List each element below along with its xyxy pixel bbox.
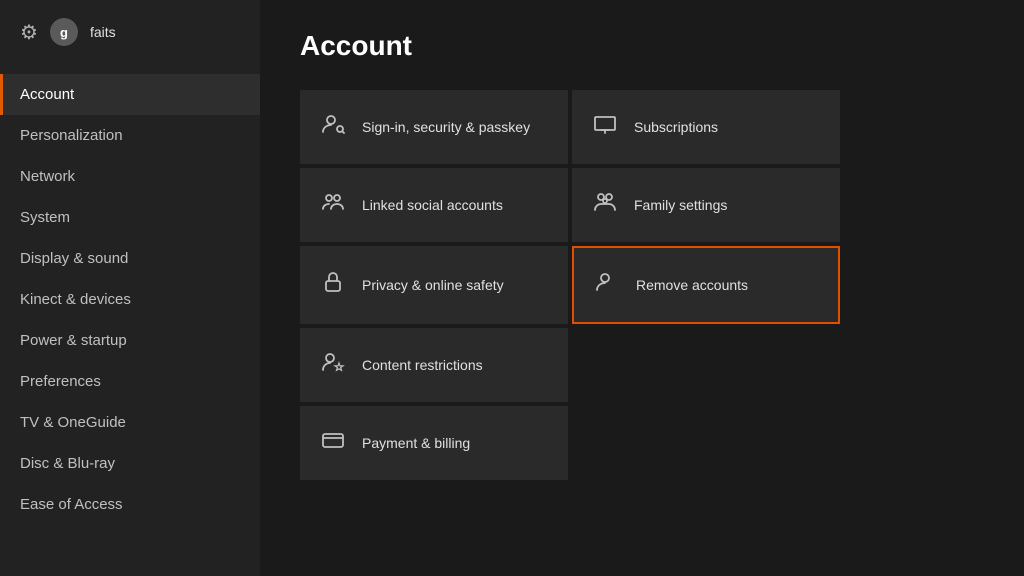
settings-item-remove-accounts[interactable]: Remove accounts	[572, 246, 840, 324]
remove-accounts-label: Remove accounts	[636, 276, 748, 294]
screen-icon	[592, 112, 618, 142]
gear-icon: ⚙	[20, 20, 38, 45]
avatar: g	[50, 18, 78, 46]
sidebar-item-account[interactable]: Account	[0, 74, 260, 115]
user-name-label: faits	[90, 24, 116, 40]
sidebar-item-network[interactable]: Network	[0, 156, 260, 197]
sidebar-item-kinect-devices[interactable]: Kinect & devices	[0, 279, 260, 320]
sign-in-label: Sign-in, security & passkey	[362, 118, 530, 136]
person-remove-icon	[594, 270, 620, 300]
sidebar-item-disc-bluray[interactable]: Disc & Blu-ray	[0, 443, 260, 484]
sidebar-item-system[interactable]: System	[0, 197, 260, 238]
sidebar-nav: Account Personalization Network System D…	[0, 64, 260, 525]
family-settings-label: Family settings	[634, 196, 727, 214]
card-icon	[320, 428, 346, 458]
settings-item-content-restrictions[interactable]: Content restrictions	[300, 328, 568, 402]
sidebar: ⚙ g faits Account Personalization Networ…	[0, 0, 260, 576]
main-content: Account Sign-in, security & passkey	[260, 0, 1024, 576]
sidebar-item-preferences[interactable]: Preferences	[0, 361, 260, 402]
linked-social-label: Linked social accounts	[362, 196, 503, 214]
sidebar-item-tv-oneguide[interactable]: TV & OneGuide	[0, 402, 260, 443]
settings-item-privacy-safety[interactable]: Privacy & online safety	[300, 246, 568, 324]
lock-icon	[320, 270, 346, 300]
subscriptions-label: Subscriptions	[634, 118, 718, 136]
settings-item-linked-social[interactable]: Linked social accounts	[300, 168, 568, 242]
sidebar-item-ease-of-access[interactable]: Ease of Access	[0, 484, 260, 525]
family-icon	[592, 190, 618, 220]
payment-billing-label: Payment & billing	[362, 434, 470, 452]
content-restrictions-label: Content restrictions	[362, 356, 483, 374]
settings-item-sign-in[interactable]: Sign-in, security & passkey	[300, 90, 568, 164]
person-key-icon	[320, 112, 346, 142]
sidebar-item-personalization[interactable]: Personalization	[0, 115, 260, 156]
sidebar-header: ⚙ g faits	[0, 0, 260, 64]
grid-empty-cell	[572, 328, 840, 402]
sidebar-item-display-sound[interactable]: Display & sound	[0, 238, 260, 279]
settings-item-subscriptions[interactable]: Subscriptions	[572, 90, 840, 164]
privacy-safety-label: Privacy & online safety	[362, 276, 504, 294]
settings-grid: Sign-in, security & passkey Subscription…	[300, 90, 840, 480]
settings-item-family-settings[interactable]: Family settings	[572, 168, 840, 242]
settings-item-payment-billing[interactable]: Payment & billing	[300, 406, 568, 480]
grid-empty-cell-2	[572, 406, 840, 480]
page-title: Account	[300, 30, 984, 62]
person-star-icon	[320, 350, 346, 380]
sidebar-item-power-startup[interactable]: Power & startup	[0, 320, 260, 361]
link-person-icon	[320, 190, 346, 220]
